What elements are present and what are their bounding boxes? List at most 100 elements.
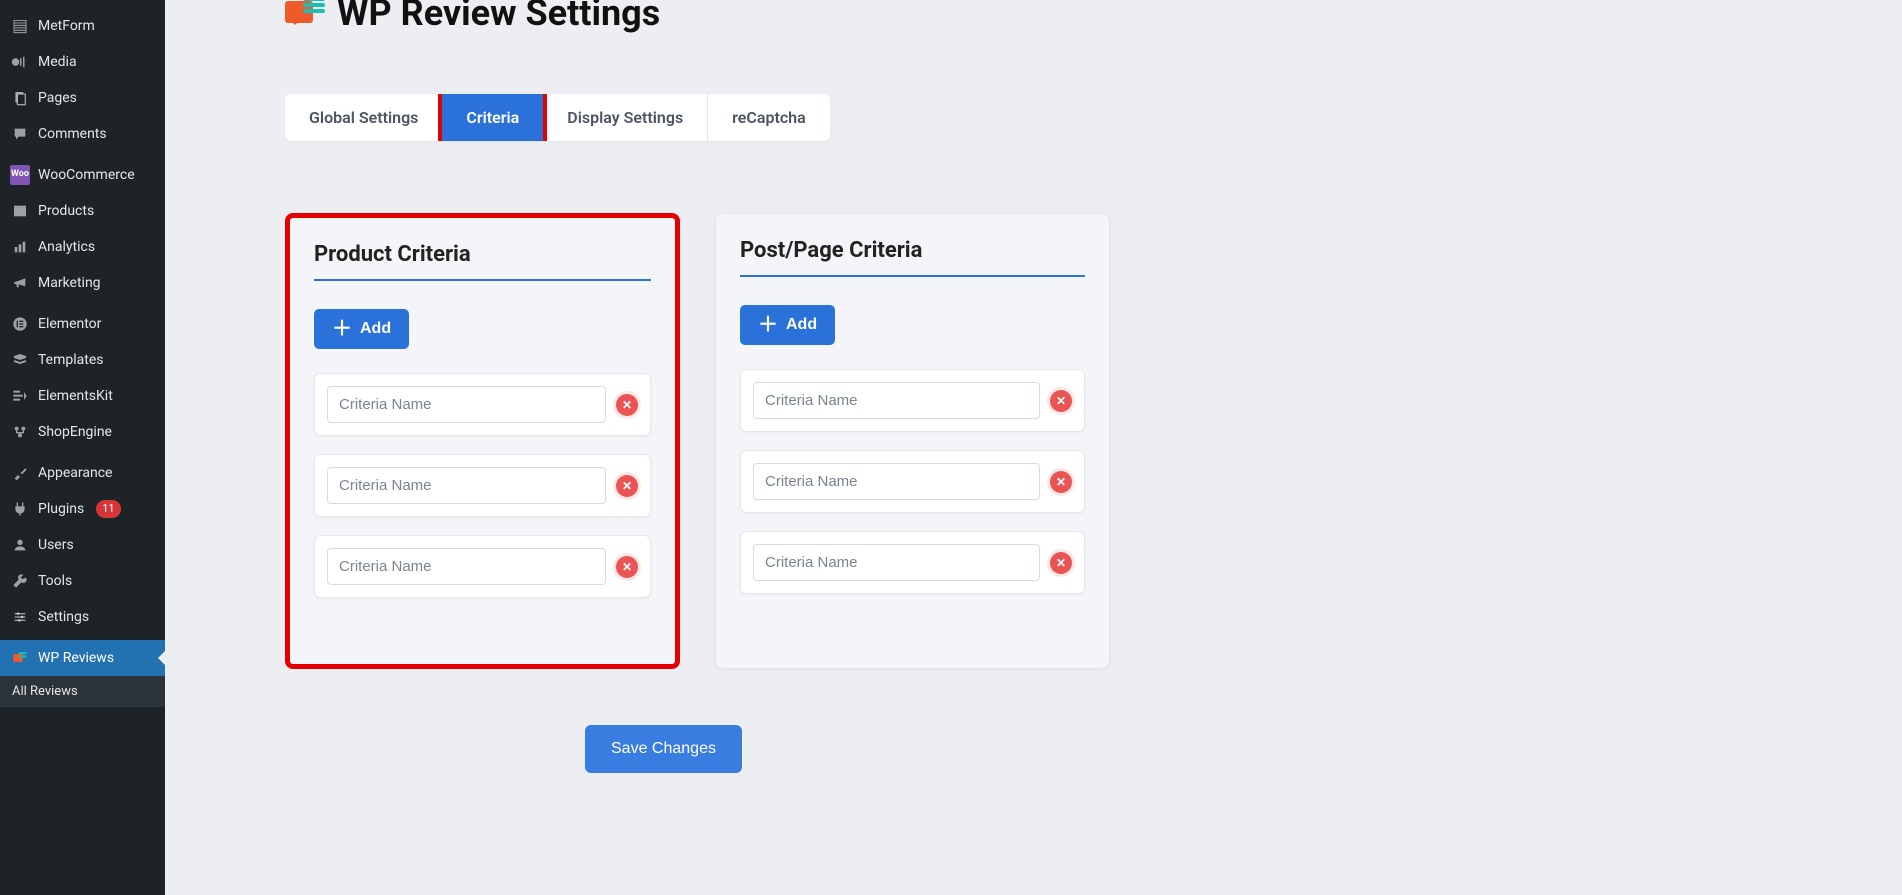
delete-criteria-button[interactable]: ✕ (1050, 552, 1072, 574)
criteria-input[interactable] (327, 548, 606, 585)
sidebar-item-label: WooCommerce (38, 166, 135, 184)
delete-criteria-button[interactable]: ✕ (1050, 390, 1072, 412)
tab-display-settings[interactable]: Display Settings (543, 94, 707, 141)
woocommerce-icon: Woo (10, 165, 30, 185)
sidebar-item-label: MetForm (38, 17, 95, 35)
sidebar-item-label: WP Reviews (38, 649, 114, 667)
product-criteria-title: Product Criteria (314, 242, 651, 281)
sidebar-item-label: Users (38, 536, 74, 554)
sidebar-item-label: Marketing (38, 274, 101, 292)
product-criteria-card: Product Criteria ＋ Add ✕ ✕ ✕ (285, 213, 680, 669)
delete-criteria-button[interactable]: ✕ (616, 394, 638, 416)
plugins-icon (10, 499, 30, 519)
criteria-input[interactable] (327, 467, 606, 504)
sidebar-subitem-label: All Reviews (12, 684, 78, 699)
criteria-row: ✕ (740, 531, 1085, 594)
close-icon: ✕ (1056, 395, 1066, 407)
sidebar-item-label: Elementor (38, 315, 101, 333)
criteria-row: ✕ (740, 450, 1085, 513)
sidebar-item-appearance[interactable]: Appearance (0, 455, 165, 491)
sidebar-item-label: ShopEngine (38, 423, 112, 441)
save-changes-button[interactable]: Save Changes (585, 725, 742, 773)
appearance-icon (10, 463, 30, 483)
form-icon: ▤ (10, 16, 30, 36)
plus-icon: ＋ (758, 315, 778, 335)
delete-criteria-button[interactable]: ✕ (616, 556, 638, 578)
comments-icon (10, 124, 30, 144)
marketing-icon (10, 273, 30, 293)
sidebar-item-label: Appearance (38, 464, 112, 482)
tab-criteria[interactable]: Criteria (442, 94, 543, 141)
criteria-input[interactable] (753, 544, 1040, 581)
add-product-criteria-button[interactable]: ＋ Add (314, 309, 409, 349)
sidebar-item-settings[interactable]: Settings (0, 599, 165, 635)
sidebar-item-media[interactable]: Media (0, 44, 165, 80)
sidebar-item-label: Pages (38, 89, 77, 107)
highlight-tab-criteria: Criteria (438, 94, 547, 141)
criteria-row: ✕ (314, 535, 651, 598)
sidebar-item-wpreviews[interactable]: WP Reviews (0, 640, 165, 676)
templates-icon (10, 350, 30, 370)
delete-criteria-button[interactable]: ✕ (616, 475, 638, 497)
sidebar-item-shopengine[interactable]: ShopEngine (0, 414, 165, 450)
media-icon (10, 52, 30, 72)
settings-tabs: Global Settings Criteria Display Setting… (285, 94, 830, 141)
wpreview-logo-icon (285, 0, 325, 29)
close-icon: ✕ (622, 399, 632, 411)
sidebar-item-templates[interactable]: Templates (0, 342, 165, 378)
sidebar-item-elementskit[interactable]: ElementsKit (0, 378, 165, 414)
sidebar-item-pages[interactable]: Pages (0, 80, 165, 116)
add-label: Add (360, 320, 391, 338)
sidebar-item-label: Templates (38, 351, 104, 369)
tab-recaptcha[interactable]: reCaptcha (707, 94, 830, 141)
sidebar-item-metform[interactable]: ▤ MetForm (0, 8, 165, 44)
close-icon: ✕ (622, 480, 632, 492)
shopengine-icon (10, 422, 30, 442)
plugins-badge: 11 (96, 500, 120, 518)
sidebar-item-products[interactable]: Products (0, 193, 165, 229)
post-criteria-card: Post/Page Criteria ＋ Add ✕ ✕ ✕ (715, 213, 1110, 669)
close-icon: ✕ (1056, 476, 1066, 488)
tab-global-settings[interactable]: Global Settings (285, 94, 442, 141)
add-label: Add (786, 316, 817, 334)
sidebar-item-label: Tools (38, 572, 72, 590)
main-content: WP Review Settings Global Settings Crite… (165, 0, 1902, 895)
close-icon: ✕ (622, 561, 632, 573)
criteria-row: ✕ (314, 373, 651, 436)
page-title: WP Review Settings (337, 0, 660, 34)
sidebar-item-comments[interactable]: Comments (0, 116, 165, 152)
sidebar-item-plugins[interactable]: Plugins 11 (0, 491, 165, 527)
criteria-input[interactable] (753, 382, 1040, 419)
close-icon: ✕ (1056, 557, 1066, 569)
sidebar-item-label: Media (38, 53, 77, 71)
settings-icon (10, 607, 30, 627)
post-criteria-title: Post/Page Criteria (740, 238, 1085, 277)
sidebar-item-analytics[interactable]: Analytics (0, 229, 165, 265)
criteria-input[interactable] (753, 463, 1040, 500)
wpreviews-icon (10, 648, 30, 668)
sidebar-item-label: Comments (38, 125, 107, 143)
criteria-row: ✕ (740, 369, 1085, 432)
analytics-icon (10, 237, 30, 257)
pages-icon (10, 88, 30, 108)
admin-sidebar: ▤ MetForm Media Pages Comments Woo WooCo… (0, 0, 165, 895)
sidebar-item-elementor[interactable]: Elementor (0, 306, 165, 342)
elementskit-icon (10, 386, 30, 406)
sidebar-item-woocommerce[interactable]: Woo WooCommerce (0, 157, 165, 193)
sidebar-item-users[interactable]: Users (0, 527, 165, 563)
page-header: WP Review Settings (285, 0, 1878, 34)
sidebar-item-label: ElementsKit (38, 387, 113, 405)
elementor-icon (10, 314, 30, 334)
criteria-row: ✕ (314, 454, 651, 517)
sidebar-item-marketing[interactable]: Marketing (0, 265, 165, 301)
delete-criteria-button[interactable]: ✕ (1050, 471, 1072, 493)
criteria-input[interactable] (327, 386, 606, 423)
sidebar-item-label: Products (38, 202, 94, 220)
sidebar-item-tools[interactable]: Tools (0, 563, 165, 599)
tools-icon (10, 571, 30, 591)
sidebar-item-label: Analytics (38, 238, 95, 256)
criteria-cards: Product Criteria ＋ Add ✕ ✕ ✕ (285, 213, 1878, 669)
add-post-criteria-button[interactable]: ＋ Add (740, 305, 835, 345)
sidebar-item-label: Settings (38, 608, 89, 626)
sidebar-subitem-allreviews[interactable]: All Reviews (0, 676, 165, 707)
